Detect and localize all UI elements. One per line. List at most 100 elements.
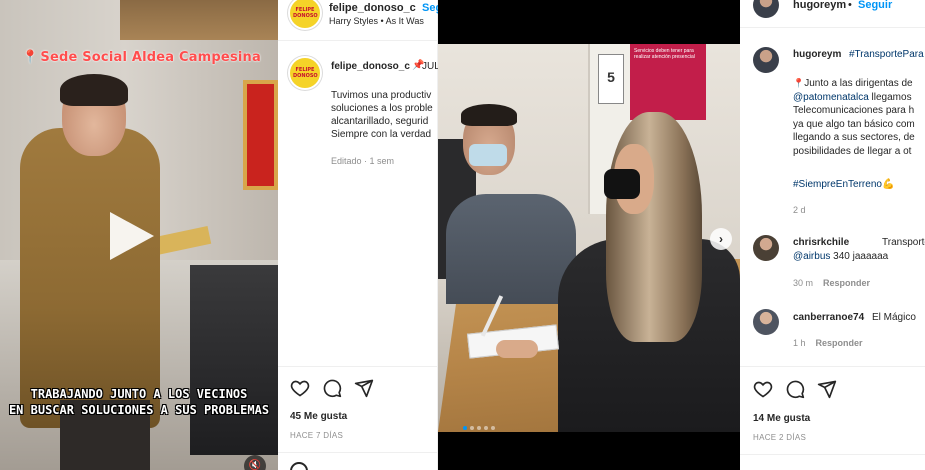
reply2-text: El Mágico	[872, 312, 916, 323]
photo-woman-mask	[604, 169, 640, 199]
post2-time: HACE 2 DÍAS	[753, 433, 807, 442]
post1-comment-text: Tuvimos una productiv soluciones a los p…	[331, 89, 438, 141]
reply2-avatar[interactable]	[753, 309, 779, 335]
caption-line: @patomenatalca llegamos	[793, 91, 925, 105]
reply2-time: 1 h	[793, 338, 806, 348]
carousel-dot[interactable]	[477, 426, 481, 430]
post2-username[interactable]: hugoreym	[793, 0, 846, 11]
carousel-dot[interactable]	[491, 426, 495, 430]
comment-icon[interactable]	[322, 378, 342, 398]
post1-comment-meta: Editado · 1 sem	[331, 156, 395, 166]
photo-man-mask	[469, 144, 507, 166]
share-icon[interactable]	[354, 378, 374, 398]
photo-man-body	[446, 194, 576, 304]
post2-follow-button[interactable]: Seguir	[858, 0, 892, 11]
heart-icon[interactable]	[290, 378, 310, 398]
reel-person-hair	[60, 74, 128, 106]
reply1-respond-button[interactable]: Responder	[823, 278, 870, 288]
reply1-rest-text: 340 jaaaaaa	[830, 251, 889, 262]
share-icon[interactable]	[817, 379, 837, 399]
reply2-respond-button[interactable]: Responder	[816, 338, 863, 348]
post1-actions-divider	[278, 366, 438, 367]
caption-line: posibilidades de llegar a ot	[793, 145, 912, 157]
reel-black-box	[190, 265, 278, 455]
post2-caption-avatar[interactable]	[753, 47, 779, 73]
post1-likes[interactable]: 45 Me gusta	[290, 411, 347, 422]
hashtag-link[interactable]: #SiempreEnTerreno	[793, 179, 882, 190]
heart-icon[interactable]	[753, 379, 773, 399]
avatar-logo: FELIPE DONOSO	[293, 7, 318, 19]
post2-actions-divider	[740, 366, 925, 367]
caption-line: Telecomunicaciones para h	[793, 105, 915, 116]
reply1-meta: 30 m Responder	[793, 278, 870, 288]
post1-comment-username[interactable]: felipe_donoso_c	[331, 61, 410, 72]
carousel-dots	[463, 417, 498, 430]
post2-likes[interactable]: 14 Me gusta	[753, 413, 810, 424]
reel-video[interactable]: 📍 Sede Social Aldea Campesina TRABAJANDO …	[0, 0, 278, 470]
post2-photo[interactable]: 5 Servicios deben tener para realizar at…	[438, 44, 740, 432]
reply2-username[interactable]: canberranoe74	[793, 312, 864, 323]
post2-caption-text: 📍Junto a las dirigentas de @patomenatalc…	[793, 77, 925, 158]
reel-location-text: Sede Social Aldea Campesina	[40, 50, 261, 65]
comment-icon[interactable]	[785, 379, 805, 399]
photo-red-sign-text: Servicios deben tener para realizar aten…	[634, 48, 695, 60]
post1-time: HACE 7 DÍAS	[290, 431, 344, 440]
photo-red-sign: Servicios deben tener para realizar aten…	[630, 44, 706, 120]
reply2-meta: 1 h Responder	[793, 338, 863, 348]
avatar-logo: FELIPE DONOSO	[293, 67, 318, 79]
comment-line: soluciones a los proble	[331, 103, 433, 114]
mute-icon[interactable]: 🔇	[244, 455, 266, 470]
reply1-time: 30 m	[793, 278, 814, 288]
post2-caption-hashtag[interactable]: #TransportePara	[849, 49, 924, 60]
post2-header-avatar[interactable]	[753, 0, 779, 18]
caption-line: 📍Junto a las dirigentas de	[793, 77, 925, 91]
caption-line-text: Junto a las dirigentas de	[804, 78, 913, 89]
post1-panel: FELIPEDONOSO felipe_donoso_c Seguir Harr…	[278, 0, 456, 470]
post2-separator: •	[848, 0, 852, 11]
comment-line: Tuvimos una productiv	[331, 90, 432, 101]
reel-caption: TRABAJANDO JUNTO A LOS VECINOS EN BUSCAR…	[0, 386, 278, 418]
post2-media: 5 Servicios deben tener para realizar at…	[438, 0, 740, 470]
play-icon[interactable]	[110, 212, 154, 260]
carousel-dot[interactable]	[470, 426, 474, 430]
carousel-dot[interactable]	[484, 426, 488, 430]
reel-caption-line2: EN BUSCAR SOLUCIONES A SUS PROBLEMAS	[8, 403, 270, 417]
caption-line: llegando a sus sectores, de	[793, 132, 915, 143]
reel-location-label: 📍 Sede Social Aldea Campesina	[22, 50, 261, 65]
reel-red-board	[243, 80, 278, 190]
post2-bottom-divider	[740, 454, 925, 455]
emoji-icon[interactable]	[290, 462, 308, 470]
caption-line-text: llegamos	[868, 91, 912, 103]
reply1-text: Transporte par	[882, 237, 925, 248]
reply1-line2: @airbus 340 jaaaaaa	[793, 251, 888, 262]
comment-line: alcantarillado, segurid	[331, 116, 429, 127]
reel-caption-line1: TRABAJANDO JUNTO A LOS VECINOS	[30, 387, 248, 401]
reel-ceiling	[120, 0, 278, 40]
post2-header-divider	[740, 27, 925, 28]
comment-line: Siempre con la verdad	[331, 129, 432, 140]
carousel-dot[interactable]	[463, 426, 467, 430]
caption-line: ya que algo tan básico com	[793, 118, 915, 130]
photo-number-sign: 5	[598, 54, 624, 104]
post2-panel: hugoreym • Seguir hugoreym #TransportePa…	[740, 0, 925, 470]
reply1-mention-link[interactable]: @airbus	[793, 251, 830, 262]
reel-person-coat	[20, 128, 160, 428]
post1-header-divider	[278, 40, 438, 41]
photo-man-hair	[461, 104, 517, 126]
caption-mention-link[interactable]: @patomenatalca	[793, 92, 869, 103]
post1-song[interactable]: Harry Styles • As It Was	[329, 16, 424, 26]
post2-caption-username[interactable]: hugoreym	[793, 49, 841, 60]
reply1-avatar[interactable]	[753, 235, 779, 261]
photo-woman-hair	[606, 112, 702, 342]
post1-header-avatar[interactable]: FELIPE DONOSO	[288, 0, 322, 30]
post1-bottom-divider	[278, 452, 438, 453]
next-arrow-icon[interactable]: ›	[710, 228, 732, 250]
photo-hand	[496, 340, 538, 358]
post1-comment-avatar[interactable]: FELIPE DONOSO	[288, 56, 322, 90]
post1-username[interactable]: felipe_donoso_c	[329, 2, 416, 14]
post2-hashtag-line: #SiempreEnTerreno💪	[793, 179, 894, 190]
pushpin-icon: 📍	[793, 78, 805, 88]
post2-caption-time: 2 d	[793, 205, 806, 215]
flexed-biceps-icon: 💪	[881, 179, 895, 190]
reply1-username[interactable]: chrisrkchile	[793, 237, 849, 248]
